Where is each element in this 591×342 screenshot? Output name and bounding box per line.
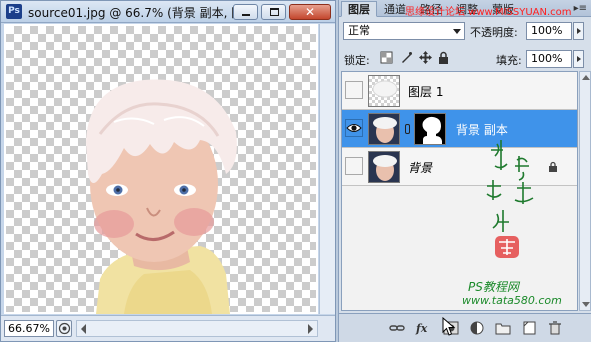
new-group-folder-icon[interactable] [495,321,511,335]
svg-text:fx: fx [415,322,428,335]
fill-label: 填充: [496,54,522,67]
url-watermark: www.tata580.com [462,294,562,307]
layer-row-layer-1[interactable]: 图层 1 [342,72,577,110]
panel-menu-icon[interactable]: ▸≡ [574,3,587,14]
zoom-level-field[interactable]: 66.67% [4,320,54,337]
layers-list[interactable]: 图层 1 背景 副本 背景 PS教程网 www.tata580.com [341,71,578,311]
child-thumbnail-image [369,152,399,182]
maximize-button[interactable] [261,4,286,20]
layers-list-scrollbar[interactable] [579,71,591,311]
layer-mask-thumbnail[interactable] [414,113,446,145]
fill-slider-button[interactable] [573,50,584,68]
document-horizontal-scrollbar[interactable] [76,320,318,337]
lock-label: 锁定: [344,54,370,67]
lock-all-icon[interactable] [437,51,450,64]
layer-thumbnail[interactable] [368,75,400,107]
layer-style-fx-icon[interactable]: fx [415,321,431,335]
lock-image-pixels-icon[interactable] [400,51,413,64]
photoshop-app-icon: Ps [6,4,22,19]
mask-silhouette-image [422,116,442,144]
child-thumbnail-image [369,114,399,144]
opacity-slider-button[interactable] [573,22,584,40]
blend-mode-value: 正常 [348,24,370,37]
document-info-icon [58,322,71,335]
calligraphy-seal-artwork [486,140,534,258]
close-button[interactable]: ✕ [289,4,331,20]
mouse-pointer-icon [442,317,456,336]
tab-layers[interactable]: 图层 [341,1,377,17]
layer-name[interactable]: 图层 1 [408,83,443,100]
ps-site-watermark: PS教程网 [468,280,519,294]
minimize-button[interactable] [233,4,258,20]
document-status-bar: 66.67% [1,315,335,341]
opacity-label: 不透明度: [470,26,518,39]
adjustment-layer-icon[interactable] [469,321,485,335]
layer-name[interactable]: 背景 [408,159,432,176]
document-title-bar[interactable]: Ps source01.jpg @ 66.7% (背景 副本, 图... ✕ [1,1,335,23]
maximize-icon [270,8,279,16]
link-layers-icon[interactable] [389,321,405,335]
layers-panel-toolbar: fx [339,313,591,342]
opacity-input[interactable]: 100% [526,22,572,40]
status-info-button[interactable] [56,320,72,337]
new-layer-icon[interactable] [521,321,537,335]
mask-link-icon[interactable] [405,124,410,134]
document-title: source01.jpg @ 66.7% (背景 副本, 图... [28,6,255,20]
blend-mode-select[interactable]: 正常 [343,22,465,40]
document-canvas[interactable] [4,24,318,314]
hair-thumbnail-image [372,80,398,98]
chevron-down-icon [453,29,461,34]
forum-watermark: 思缘设计论坛 www.MISSYUAN.com [405,7,572,18]
visibility-toggle[interactable] [345,157,363,175]
document-vertical-scrollbar[interactable] [319,24,335,314]
scroll-up-icon[interactable] [582,75,590,80]
lock-transparent-pixels-icon[interactable] [380,51,393,64]
fill-input[interactable]: 100% [526,50,572,68]
close-icon: ✕ [305,5,316,19]
visibility-toggle[interactable] [345,81,363,99]
lock-position-icon[interactable] [419,51,432,64]
scroll-down-icon[interactable] [582,302,590,307]
panel-tab-bar: 图层 通道 路径 调整 蒙版 思缘设计论坛 www.MISSYUAN.com ▸… [339,0,591,18]
visibility-toggle[interactable] [345,119,363,137]
minimize-icon [242,14,250,16]
scroll-right-icon[interactable] [308,324,313,334]
document-window: Ps source01.jpg @ 66.7% (背景 副本, 图... ✕ 6… [0,0,336,342]
eye-icon [346,124,362,132]
scroll-left-icon[interactable] [81,324,86,334]
layer-thumbnail[interactable] [368,113,400,145]
child-portrait-image [86,79,237,314]
trash-icon[interactable] [547,321,563,335]
layer-thumbnail[interactable] [368,151,400,183]
layers-panel: 图层 通道 路径 调整 蒙版 思缘设计论坛 www.MISSYUAN.com ▸… [338,0,591,342]
